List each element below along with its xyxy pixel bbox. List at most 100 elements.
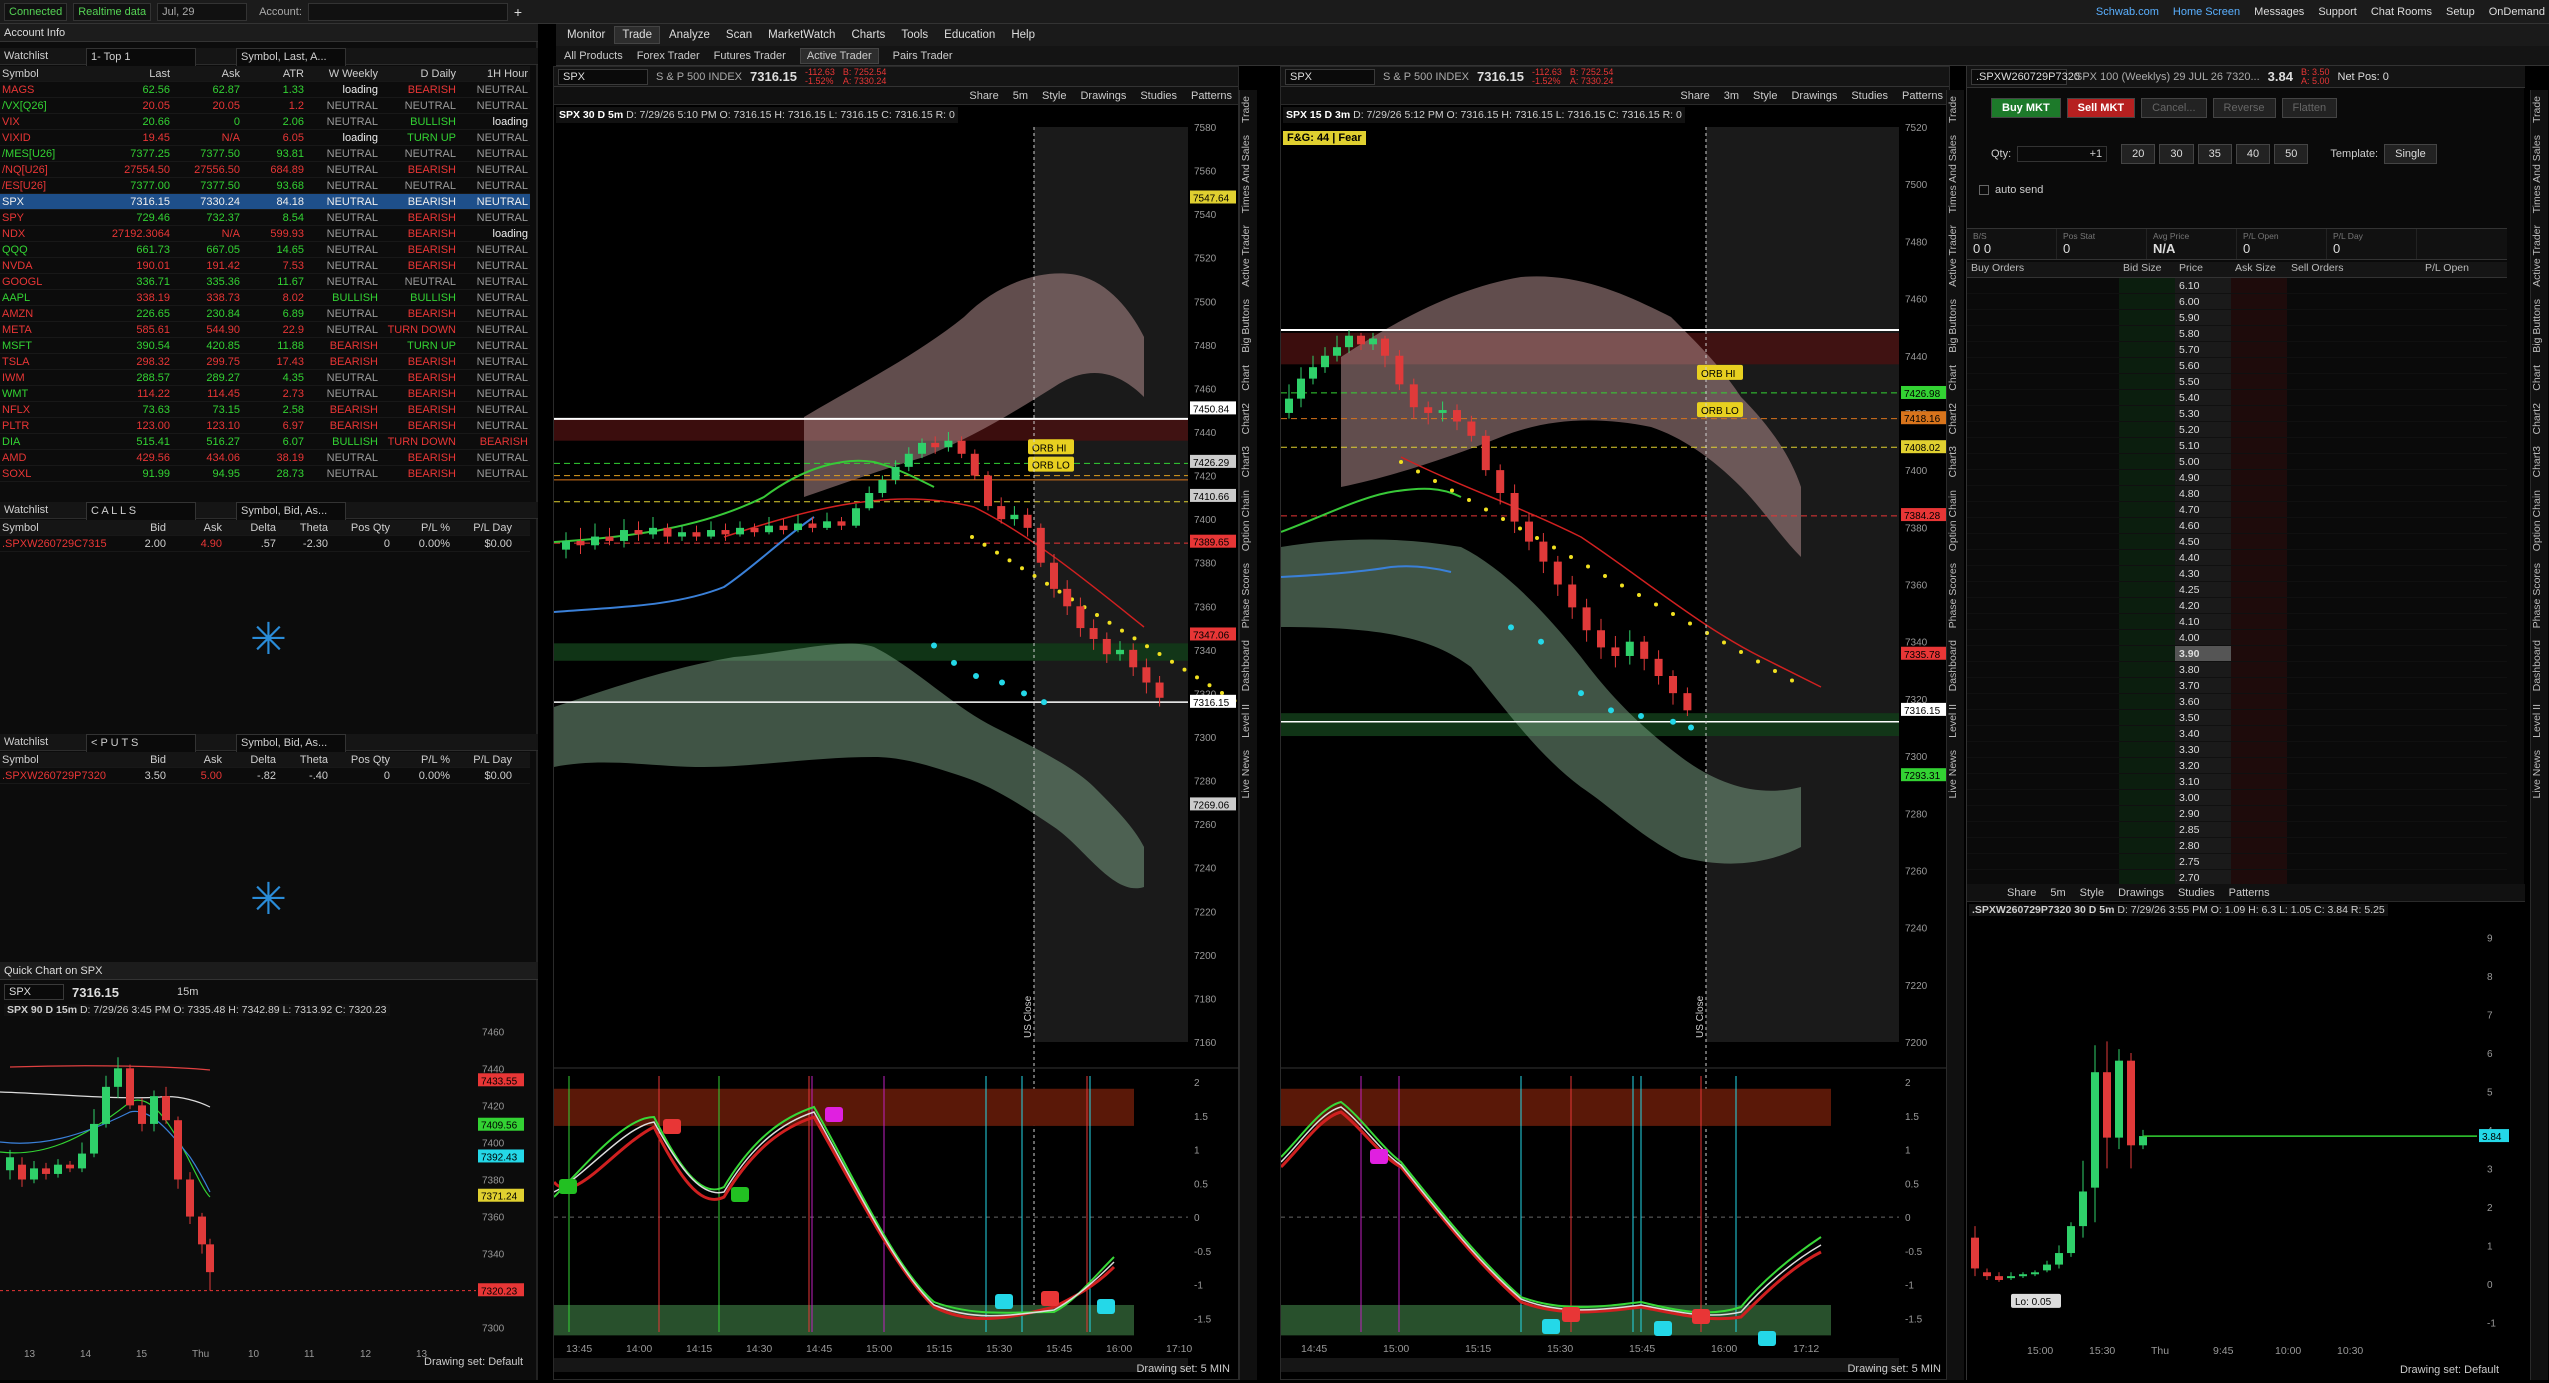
drawing-set-label[interactable]: Drawing set: 5 MIN — [1847, 1363, 1941, 1375]
ladder-price[interactable]: 3.70 — [2175, 678, 2231, 693]
ladder-price[interactable]: 4.40 — [2175, 550, 2231, 565]
columns-select[interactable]: Symbol, Bid, As... — [236, 502, 346, 521]
ladder-row[interactable]: 5.40 — [1967, 390, 2507, 406]
side-tab-chart[interactable]: Chart — [1947, 359, 1959, 397]
drawing-set-label[interactable]: Drawing set: Default — [424, 1356, 523, 1368]
ladder-cell[interactable] — [1967, 870, 2119, 885]
ladder-cell[interactable] — [2231, 790, 2287, 805]
ladder-price[interactable]: 4.20 — [2175, 598, 2231, 613]
side-tab-live-news[interactable]: Live News — [2531, 744, 2543, 804]
ladder-cell[interactable] — [2119, 422, 2175, 437]
auto-send-checkbox[interactable] — [1979, 185, 1989, 195]
column-header[interactable]: P/L Day — [452, 520, 514, 535]
ladder-row[interactable]: 4.90 — [1967, 470, 2507, 486]
column-header[interactable]: P/L % — [392, 752, 452, 767]
ladder-cell[interactable] — [1967, 774, 2119, 789]
ladder-cell[interactable] — [2287, 566, 2421, 581]
table-row[interactable]: TSLA 298.32 299.75 17.43 BEARISH BEARISH NEUTR… — [0, 354, 530, 370]
ladder-cell[interactable] — [2421, 774, 2507, 789]
ladder-cell[interactable] — [2119, 598, 2175, 613]
account-info-header[interactable]: Account Info — [0, 24, 538, 42]
menu-tools[interactable]: Tools — [894, 27, 935, 43]
ladder-cell[interactable] — [2421, 726, 2507, 741]
flatten-button[interactable]: Flatten — [2281, 98, 2338, 118]
table-row[interactable]: VIX 20.66 0 2.06 NEUTRAL BULLISH loading — [0, 114, 530, 130]
ladder-row[interactable]: 5.00 — [1967, 454, 2507, 470]
drawing-set-label[interactable]: Drawing set: 5 MIN — [1136, 1363, 1230, 1375]
ladder-cell[interactable] — [2421, 470, 2507, 485]
interval-button[interactable]: 5m — [2050, 887, 2065, 899]
ladder-cell[interactable] — [1967, 342, 2119, 357]
ladder-cell[interactable] — [2231, 358, 2287, 373]
column-header[interactable]: Last — [92, 66, 172, 81]
ladder-cell[interactable] — [2231, 566, 2287, 581]
ladder-cell[interactable] — [1967, 694, 2119, 709]
ladder-cell[interactable] — [2231, 870, 2287, 885]
ladder-cell[interactable] — [2421, 374, 2507, 389]
ladder-row[interactable]: 3.10 — [1967, 774, 2507, 790]
ladder-cell[interactable] — [2231, 758, 2287, 773]
table-row[interactable]: DIA 515.41 516.27 6.07 BULLISH TURN DOWN BEARI… — [0, 434, 530, 450]
ladder-price[interactable]: 5.60 — [2175, 358, 2231, 373]
qty-preset-20-button[interactable]: 20 — [2121, 144, 2156, 164]
table-row[interactable]: SOXL 91.99 94.95 28.73 NEUTRAL BEARISH NEUTRAL — [0, 466, 530, 482]
submenu-active-trader[interactable]: Active Trader — [799, 47, 879, 64]
ladder-row[interactable]: 4.70 — [1967, 502, 2507, 518]
quick-chart-interval[interactable]: 15m — [177, 986, 198, 998]
ladder-row[interactable]: 5.60 — [1967, 358, 2507, 374]
table-row[interactable]: /ES[U26] 7377.00 7377.50 93.68 NEUTRAL NEUTRA… — [0, 178, 530, 194]
ladder-cell[interactable] — [2231, 326, 2287, 341]
column-header[interactable]: Ask — [172, 66, 242, 81]
ladder-cell[interactable] — [2119, 646, 2175, 661]
menu-monitor[interactable]: Monitor — [560, 27, 612, 43]
ladder-row[interactable]: 3.70 — [1967, 678, 2507, 694]
table-row[interactable]: GOOGL 336.71 335.36 11.67 NEUTRAL NEUTRAL NEUT… — [0, 274, 530, 290]
ladder-cell[interactable] — [1967, 710, 2119, 725]
ladder-cell[interactable] — [2119, 278, 2175, 293]
watchlist-select[interactable]: C A L L S — [86, 502, 196, 521]
home-screen-link[interactable]: Home Screen — [2173, 6, 2240, 18]
support-link[interactable]: Support — [2318, 6, 2357, 18]
watchlist-select[interactable]: < P U T S — [86, 734, 196, 753]
column-header[interactable]: Theta — [278, 520, 330, 535]
side-tab-big-buttons[interactable]: Big Buttons — [1240, 293, 1252, 359]
ladder-cell[interactable] — [2287, 454, 2421, 469]
ladder-cell[interactable] — [2287, 598, 2421, 613]
table-row[interactable]: NVDA 190.01 191.42 7.53 NEUTRAL BEARISH NEUTRA… — [0, 258, 530, 274]
ladder-cell[interactable] — [2119, 742, 2175, 757]
ladder-price[interactable]: 3.20 — [2175, 758, 2231, 773]
ladder-cell[interactable] — [1967, 534, 2119, 549]
ladder-cell[interactable] — [2421, 566, 2507, 581]
ladder-cell[interactable] — [2287, 790, 2421, 805]
ladder-cell[interactable] — [2231, 470, 2287, 485]
ladder-cell[interactable] — [2421, 534, 2507, 549]
ladder-cell[interactable] — [1967, 310, 2119, 325]
ladder-cell[interactable] — [1967, 838, 2119, 853]
ladder-cell[interactable] — [2287, 870, 2421, 885]
ladder-row[interactable]: 4.20 — [1967, 598, 2507, 614]
messages-link[interactable]: Messages — [2254, 6, 2304, 18]
ladder-cell[interactable] — [2421, 838, 2507, 853]
chart-scrollbar[interactable] — [554, 1358, 1188, 1372]
ladder-price[interactable]: 3.10 — [2175, 774, 2231, 789]
template-select[interactable]: Single — [2384, 144, 2437, 164]
ladder-cell[interactable] — [1967, 598, 2119, 613]
column-header[interactable]: Ask — [168, 520, 224, 535]
quick-chart-plot[interactable]: 7460744074207400738073607340732073007433… — [0, 982, 538, 1362]
ladder-cell[interactable] — [2287, 342, 2421, 357]
ladder-cell[interactable] — [2421, 486, 2507, 501]
ladder-cell[interactable] — [2231, 582, 2287, 597]
ladder-cell[interactable] — [2287, 694, 2421, 709]
ladder-cell[interactable] — [2421, 518, 2507, 533]
ladder-cell[interactable] — [2421, 630, 2507, 645]
ladder-price[interactable]: 4.80 — [2175, 486, 2231, 501]
ladder-row[interactable]: 3.80 — [1967, 662, 2507, 678]
buy-mkt-button[interactable]: Buy MKT — [1991, 98, 2061, 118]
chart-scrollbar[interactable] — [1281, 1358, 1899, 1372]
table-row[interactable]: META 585.61 544.90 22.9 NEUTRAL TURN DOWN NEUT… — [0, 322, 530, 338]
ladder-cell[interactable] — [2119, 310, 2175, 325]
ladder-cell[interactable] — [1967, 758, 2119, 773]
ladder-cell[interactable] — [2287, 438, 2421, 453]
ladder-cell[interactable] — [2231, 550, 2287, 565]
ladder-price[interactable]: 4.90 — [2175, 470, 2231, 485]
